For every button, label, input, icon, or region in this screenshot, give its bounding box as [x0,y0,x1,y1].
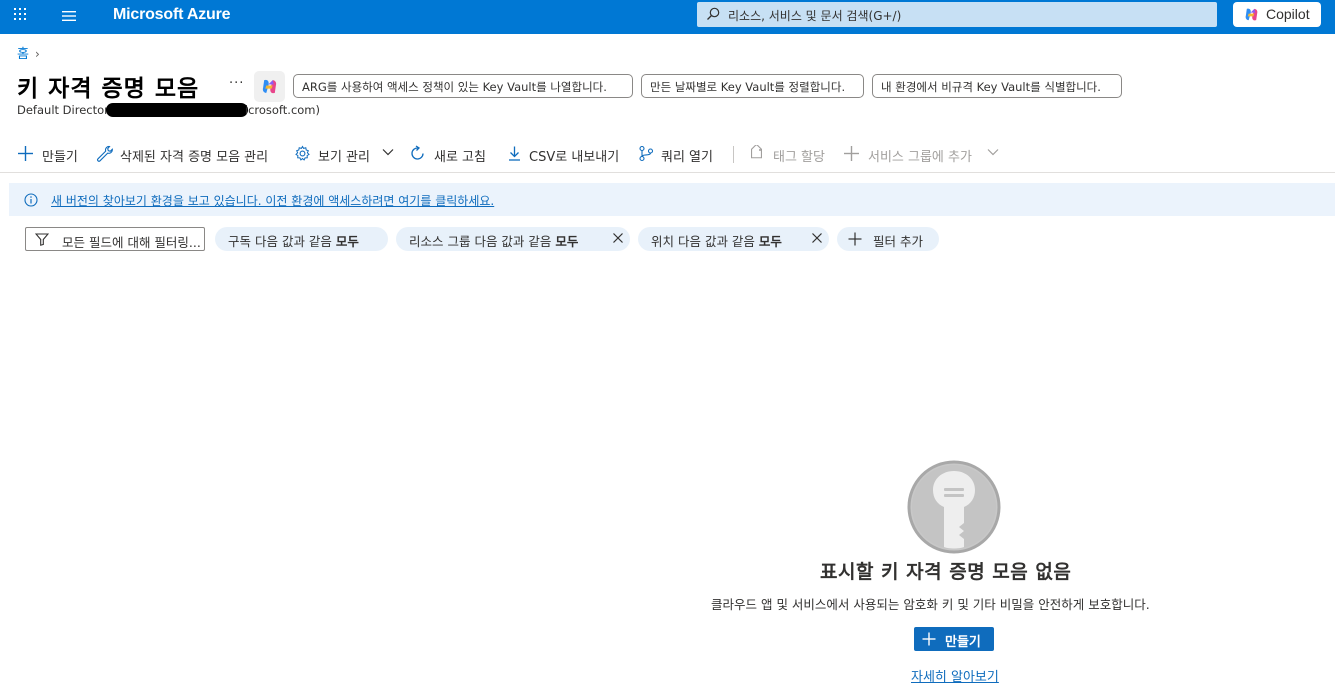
copilot-icon [262,79,277,94]
manage-deleted-label: 삭제된 자격 증명 모음 관리 [120,150,269,165]
suggestion-chip-noncompliant[interactable]: 내 환경에서 비규격 Key Vault를 식별합니다. [872,74,1122,98]
export-csv-label: CSV로 내보내기 [529,150,620,165]
more-options-icon[interactable]: ··· [229,76,244,91]
filter-subscription-value: 모두 [335,234,359,249]
switch-experience-link[interactable]: 새 버전의 찾아보기 환경을 보고 있습니다. 이전 환경에 액세스하려면 여기… [51,192,494,209]
copilot-label: Copilot [1266,6,1310,22]
tag-icon [751,145,762,159]
create-button[interactable]: 만들기 [17,142,83,166]
empty-state-title: 표시할 키 자격 증명 모음 없음 [820,561,1072,583]
add-to-service-group-dropdown[interactable]: 서비스 그룹에 추가 [843,142,1003,166]
plus-icon [848,232,862,246]
redaction-bar [105,103,248,117]
command-bar: 만들기 삭제된 자격 증명 모음 관리 보기 관리 새로 고침 CSV로 내보내… [0,142,1335,168]
breadcrumb: 홈 › [17,43,40,62]
command-separator [733,146,734,163]
copilot-suggestions-button[interactable] [254,71,285,102]
chevron-down-icon [987,149,999,156]
global-search-input[interactable]: 리소스, 서비스 및 문서 검색(G+/) [697,2,1217,27]
filter-subscription-label: 구독 다음 값과 같음 [228,234,336,249]
add-filter-label: 필터 추가 [873,234,923,249]
filter-resource-group-value: 모두 [555,234,579,249]
copilot-icon [1245,8,1258,21]
search-placeholder: 리소스, 서비스 및 문서 검색(G+/) [728,9,902,23]
filter-pill-location[interactable]: 위치 다음 값과 같음 모두 [638,227,829,251]
refresh-label: 새로 고침 [434,150,486,165]
plus-icon [844,146,859,161]
breadcrumb-chevron-icon: › [34,47,40,61]
filter-icon [35,233,49,246]
filter-pill-resource-group[interactable]: 리소스 그룹 다음 값과 같음 모두 [396,227,630,251]
close-icon[interactable] [811,232,823,244]
manage-view-label: 보기 관리 [318,150,370,165]
chevron-down-icon [382,149,394,156]
manage-view-dropdown[interactable]: 보기 관리 [294,142,396,166]
manage-deleted-vaults-button[interactable]: 삭제된 자격 증명 모음 관리 [96,142,281,166]
key-vault-empty-icon [907,460,1001,554]
filter-subscription-text: 구독 다음 값과 같음 모두 [228,231,359,250]
open-query-label: 쿼리 열기 [661,150,713,165]
filter-location-value: 모두 [758,234,782,249]
directory-subtitle: Default Director icrosoft.com) [17,103,320,117]
page-title: 키 자격 증명 모음 [17,76,200,102]
empty-state-description: 클라우드 앱 및 서비스에서 사용되는 암호화 키 및 기타 비밀을 안전하게 … [711,597,1150,612]
subtitle-prefix: Default Director [17,103,109,117]
brand-logo-text[interactable]: Microsoft Azure [113,6,231,24]
refresh-button[interactable]: 새로 고침 [409,142,491,166]
info-icon [24,193,38,207]
suggestion-chip-sort-by-date[interactable]: 만든 날짜별로 Key Vault를 정렬합니다. [641,74,864,98]
top-nav-bar: Microsoft Azure 리소스, 서비스 및 문서 검색(G+/) Co… [0,0,1335,34]
filter-resource-group-text: 리소스 그룹 다음 값과 같음 모두 [409,231,578,250]
add-to-service-group-label: 서비스 그룹에 추가 [868,150,972,165]
empty-state-create-button[interactable]: 만들기 [914,627,994,651]
breadcrumb-home[interactable]: 홈 [17,47,29,62]
export-csv-button[interactable]: CSV로 내보내기 [506,142,624,166]
search-icon [707,7,720,20]
learn-more-link[interactable]: 자세히 알아보기 [911,666,999,685]
assign-tags-button[interactable]: 태그 할당 [748,142,832,166]
filter-pill-subscription[interactable]: 구독 다음 값과 같음 모두 [215,227,388,251]
command-bar-divider [0,172,1335,173]
close-icon[interactable] [612,232,624,244]
plus-icon [18,146,33,161]
filter-location-text: 위치 다음 값과 같음 모두 [651,231,782,250]
suggestion-chip-list-access-policy[interactable]: ARG를 사용하여 액세스 정책이 있는 Key Vault를 나열합니다. [293,74,633,98]
gear-icon [295,145,310,161]
subtitle-suffix: icrosoft.com) [244,103,320,117]
filter-location-label: 위치 다음 값과 같음 [651,234,759,249]
info-banner: 새 버전의 찾아보기 환경을 보고 있습니다. 이전 환경에 액세스하려면 여기… [9,183,1335,216]
copilot-button[interactable]: Copilot [1233,2,1321,27]
filter-resource-group-label: 리소스 그룹 다음 값과 같음 [409,234,556,249]
empty-state-create-label: 만들기 [945,635,981,650]
create-label: 만들기 [42,150,78,165]
filter-search-input[interactable]: 모든 필드에 대해 필터링... [25,227,205,251]
plus-icon [922,632,936,646]
wrench-icon [97,145,113,162]
add-filter-button[interactable]: 필터 추가 [837,227,939,251]
query-branch-icon [639,145,654,162]
refresh-icon [411,145,424,160]
open-query-button[interactable]: 쿼리 열기 [638,142,722,166]
assign-tags-label: 태그 할당 [773,150,825,165]
app-launcher-icon[interactable] [14,8,28,22]
menu-icon[interactable] [61,9,77,23]
filter-placeholder: 모든 필드에 대해 필터링... [62,235,201,250]
download-icon [509,146,520,161]
